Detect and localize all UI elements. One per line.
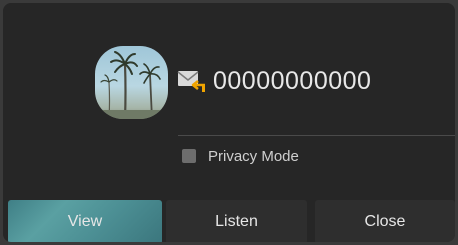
contact-row: 00000000000 <box>177 63 371 99</box>
listen-button[interactable]: Listen <box>166 200 307 242</box>
view-button[interactable]: View <box>8 200 162 242</box>
contact-avatar <box>95 46 168 119</box>
close-button[interactable]: Close <box>315 200 455 242</box>
envelope-reply-icon <box>177 71 205 92</box>
palm-tree-image <box>95 51 168 119</box>
phone-number: 00000000000 <box>213 67 372 95</box>
privacy-mode-toggle[interactable]: Privacy Mode <box>182 145 299 167</box>
divider <box>178 135 455 136</box>
privacy-mode-label: Privacy Mode <box>208 147 299 165</box>
privacy-mode-checkbox[interactable] <box>182 149 196 163</box>
incoming-message-popup: 00000000000 Privacy Mode View Listen Clo… <box>3 3 455 242</box>
